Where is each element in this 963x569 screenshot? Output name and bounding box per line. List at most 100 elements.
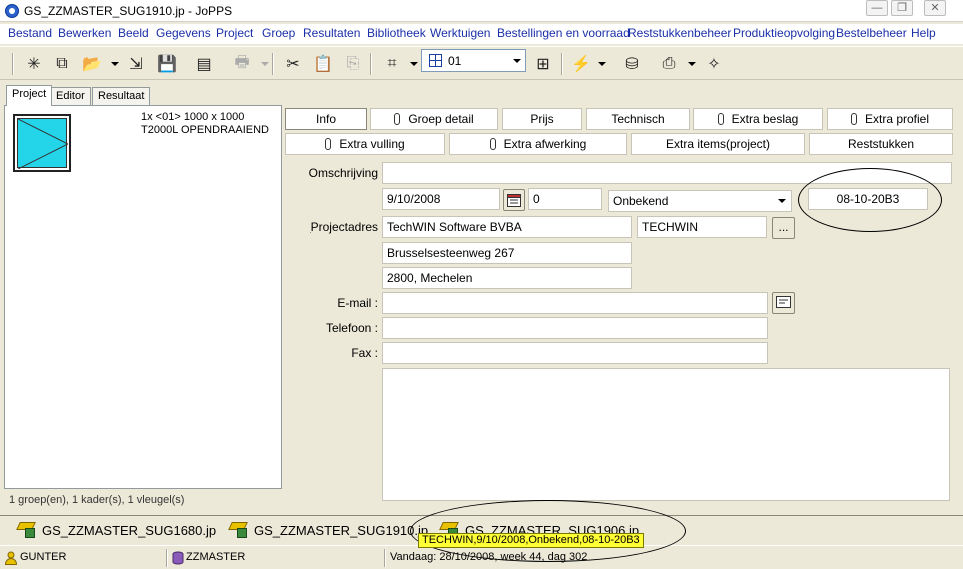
- menu-bibliotheek[interactable]: Bibliotheek: [367, 26, 426, 40]
- grid-icon: [429, 54, 442, 67]
- copy-document-icon[interactable]: ⧉: [50, 52, 74, 76]
- lightning-dropdown-icon[interactable]: [598, 62, 606, 66]
- short-name-field[interactable]: TECHWIN: [637, 216, 767, 238]
- tab-project[interactable]: Project: [6, 85, 53, 106]
- tab-info-label: Info: [315, 112, 336, 126]
- element-description: 1x <01> 1000 x 1000 T2000L OPENDRAAIEND: [141, 111, 269, 137]
- tab-extra-profiel-label: Extra profiel: [864, 112, 930, 126]
- tab-extra-items-label: Extra items(project): [665, 137, 771, 151]
- print-preview-icon[interactable]: ▤: [192, 52, 216, 76]
- menu-bestand[interactable]: Bestand: [8, 26, 52, 40]
- menu-produktieopvolging[interactable]: Produktieopvolging: [733, 26, 835, 40]
- group-select[interactable]: 01: [421, 49, 526, 72]
- window-title: GS_ZZMASTER_SUG1910.jp - JoPPS: [24, 4, 233, 18]
- tab-resultaat[interactable]: Resultaat: [92, 87, 151, 105]
- paperclip-icon: [850, 113, 857, 125]
- lightning-icon[interactable]: ⚡: [569, 52, 593, 76]
- menu-werktuigen[interactable]: Werktuigen: [430, 26, 490, 40]
- paperclip-icon: [394, 113, 401, 125]
- maximize-button[interactable]: ❐: [891, 0, 913, 16]
- email-field[interactable]: [382, 292, 768, 314]
- tab-info[interactable]: Info: [285, 108, 367, 130]
- city-field[interactable]: 2800, Mechelen: [382, 267, 632, 289]
- window-grid-icon[interactable]: ⊞: [531, 52, 555, 76]
- select-dropdown-icon[interactable]: [410, 62, 418, 66]
- paste-icon[interactable]: 📋: [311, 52, 335, 76]
- company-field[interactable]: TechWIN Software BVBA: [382, 216, 632, 238]
- database-icon: [172, 551, 184, 565]
- magic-wand-icon[interactable]: ✧: [702, 52, 726, 76]
- project-file-icon: [230, 522, 248, 538]
- doc-tab-sug1910[interactable]: GS_ZZMASTER_SUG1910.jp: [230, 519, 428, 541]
- fax-field[interactable]: [382, 342, 768, 364]
- calendar-button[interactable]: [503, 189, 525, 211]
- date-field[interactable]: 9/10/2008: [382, 188, 500, 210]
- status-select[interactable]: Onbekend: [608, 190, 792, 212]
- menu-groep[interactable]: Groep: [262, 26, 295, 40]
- tab-reststukken-label: Reststukken: [847, 137, 915, 151]
- paperclip-icon: [717, 113, 724, 125]
- street-field[interactable]: Brusselsesteenweg 267: [382, 242, 632, 264]
- tab-extra-beslag[interactable]: Extra beslag: [693, 108, 823, 130]
- report-icon[interactable]: ⎙: [657, 52, 681, 76]
- tab-extra-vulling-label: Extra vulling: [339, 137, 405, 151]
- export-icon[interactable]: ⇲: [124, 52, 148, 76]
- minimize-button[interactable]: —: [866, 0, 888, 16]
- fax-label: Fax :: [351, 346, 378, 360]
- menu-bestellingen[interactable]: Bestellingen en voorraad: [497, 26, 630, 40]
- new-icon[interactable]: ✳: [22, 52, 46, 76]
- paste-special-icon[interactable]: ⎘: [341, 52, 365, 76]
- mail-icon: [776, 296, 791, 308]
- doc-tab-label: GS_ZZMASTER_SUG1680.jp: [42, 522, 217, 538]
- send-email-button[interactable]: [772, 292, 795, 314]
- notes-textarea[interactable]: [382, 368, 950, 501]
- tab-extra-vulling[interactable]: Extra vulling: [285, 133, 445, 155]
- omschrijving-label: Omschrijving: [308, 166, 378, 180]
- project-file-icon: [18, 522, 36, 538]
- menu-bestelbeheer[interactable]: Bestelbeheer: [836, 26, 907, 40]
- menu-gegevens[interactable]: Gegevens: [156, 26, 211, 40]
- report-dropdown-icon[interactable]: [688, 62, 696, 66]
- save-icon[interactable]: 💾: [155, 52, 179, 76]
- opening-triangle-icon: [18, 119, 68, 169]
- doc-tab-sug1680[interactable]: GS_ZZMASTER_SUG1680.jp: [18, 519, 216, 541]
- tab-extra-beslag-label: Extra beslag: [731, 112, 799, 126]
- address-lookup-button[interactable]: ...: [772, 217, 795, 239]
- open-folder-icon[interactable]: 📂: [80, 52, 104, 76]
- window-thumbnail[interactable]: [13, 114, 71, 172]
- chevron-down-icon: [513, 59, 521, 63]
- selection-summary: 1 groep(en), 1 kader(s), 1 vleugel(s): [9, 494, 185, 506]
- menu-beeld[interactable]: Beeld: [118, 26, 149, 40]
- status-database-name: ZZMASTER: [186, 551, 246, 563]
- tab-editor[interactable]: Editor: [50, 87, 91, 105]
- user-icon: [4, 551, 18, 565]
- title-bar: GS_ZZMASTER_SUG1910.jp - JoPPS — ❐ ✕: [0, 0, 963, 22]
- select-frame-icon[interactable]: ⌗: [380, 52, 404, 76]
- print-dropdown-icon[interactable]: [261, 62, 269, 66]
- tab-technisch[interactable]: Technisch: [586, 108, 690, 130]
- tab-extra-profiel[interactable]: Extra profiel: [827, 108, 953, 130]
- status-database: ZZMASTER: [172, 549, 245, 566]
- tab-reststukken[interactable]: Reststukken: [809, 133, 953, 155]
- cut-icon[interactable]: ✂: [281, 52, 305, 76]
- print-icon[interactable]: 🖶: [230, 52, 254, 76]
- database-icon[interactable]: ⛁: [620, 52, 644, 76]
- tab-extra-items[interactable]: Extra items(project): [631, 133, 805, 155]
- status-user-name: GUNTER: [20, 551, 67, 563]
- close-button[interactable]: ✕: [924, 0, 946, 16]
- menu-help[interactable]: Help: [911, 26, 936, 40]
- tab-groep-detail[interactable]: Groep detail: [370, 108, 498, 130]
- telefoon-field[interactable]: [382, 317, 768, 339]
- menu-reststukkenbeheer[interactable]: Reststukkenbeheer: [628, 26, 731, 40]
- menu-project[interactable]: Project: [216, 26, 253, 40]
- chevron-down-icon: [778, 199, 786, 203]
- menu-bewerken[interactable]: Bewerken: [58, 26, 111, 40]
- tab-extra-afwerking[interactable]: Extra afwerking: [449, 133, 627, 155]
- tab-prijs[interactable]: Prijs: [502, 108, 582, 130]
- group-select-value: 01: [448, 54, 462, 68]
- email-label: E-mail :: [337, 296, 378, 310]
- menu-resultaten[interactable]: Resultaten: [303, 26, 360, 40]
- number-field[interactable]: 0: [528, 188, 602, 210]
- open-dropdown-icon[interactable]: [111, 62, 119, 66]
- element-size: 1x <01> 1000 x 1000: [141, 111, 245, 123]
